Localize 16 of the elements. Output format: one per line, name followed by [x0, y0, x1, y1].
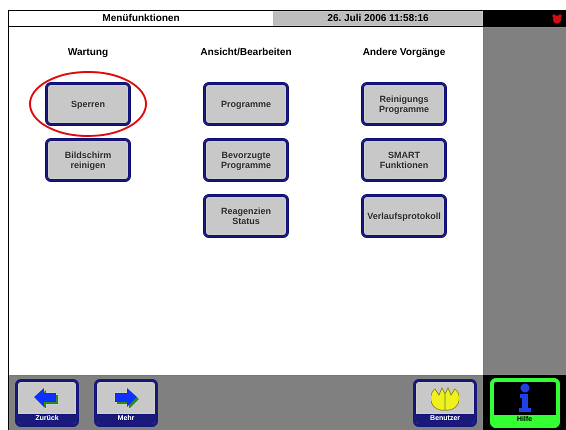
- menu-button[interactable]: Bevorzugte Programme: [203, 138, 289, 182]
- menu-button[interactable]: SMART Funktionen: [361, 138, 447, 182]
- menu-button[interactable]: Bildschirm reinigen: [45, 138, 131, 182]
- menu-button[interactable]: Verlaufsprotokoll: [361, 194, 447, 238]
- menu-button[interactable]: Reagenzien Status: [203, 194, 289, 238]
- menu-button[interactable]: Programme: [203, 82, 289, 126]
- menu-button[interactable]: Sperren: [45, 82, 131, 126]
- left-arrow-icon: [34, 388, 60, 408]
- column-heading: Andere Vorgänge: [362, 47, 446, 58]
- menu-button[interactable]: Reinigungs Programme: [361, 82, 447, 126]
- right-arrow-icon: [113, 388, 139, 408]
- date-time: 26. Juli 2006 11:58:16: [273, 11, 483, 26]
- alarm-icon: [552, 14, 562, 24]
- info-icon: [516, 383, 532, 413]
- column-heading: Ansicht/Bearbeiten: [200, 47, 292, 58]
- column-heading: Wartung: [68, 47, 108, 58]
